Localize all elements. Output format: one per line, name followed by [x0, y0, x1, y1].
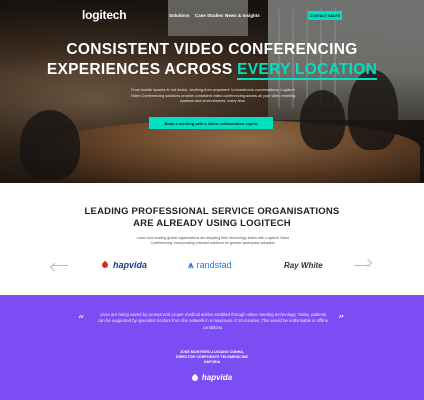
- hapvida-logo-icon: [102, 261, 110, 269]
- testimonial-section: “ ” Lives are being saved by prompt and …: [0, 295, 424, 400]
- testimonial-company-logo: hapvida: [0, 373, 424, 382]
- hapvida-logo-icon: [192, 374, 200, 382]
- testimonial-quote: Lives are being saved by prompt and prop…: [97, 312, 329, 330]
- logitech-logo[interactable]: logitech: [82, 8, 127, 22]
- hero-subtitle: From huddle spaces to hot desks, 'workin…: [130, 88, 296, 104]
- arrow-right-icon[interactable]: [354, 261, 370, 269]
- contact-sales-button[interactable]: CONTACT SALES: [308, 11, 342, 20]
- nav-link-news-insights[interactable]: News & Insights: [225, 13, 260, 18]
- testimonial-author: JOSÉ MONTEIRO-LUCIANO CUNHA, DIRECTOR CO…: [176, 350, 248, 364]
- hero-title: CONSISTENT VIDEO CONFERENCING EXPERIENCE…: [46, 41, 378, 80]
- book-meeting-button[interactable]: Book a meeting with a video collaboratio…: [149, 117, 273, 129]
- client-logo-hapvida: hapvida: [102, 258, 147, 272]
- quote-close-icon: ”: [338, 313, 345, 327]
- hero-title-accent: EVERY LOCATION: [237, 61, 378, 80]
- nav-link-solutions[interactable]: Solutions: [169, 13, 190, 18]
- arrow-left-icon[interactable]: [52, 261, 68, 269]
- client-logo-randstad: ⩚ randstad: [188, 259, 232, 271]
- hero-section: logitech Solutions Case Studies News & I…: [0, 0, 424, 183]
- client-logo-raywhite: Ray White: [284, 260, 323, 270]
- top-nav: logitech Solutions Case Studies News & I…: [0, 0, 424, 32]
- quote-open-icon: “: [78, 313, 85, 327]
- clients-title: LEADING PROFESSIONAL SERVICE ORGANISATIO…: [84, 206, 340, 229]
- randstad-logo-icon: ⩚: [188, 259, 194, 271]
- nav-link-case-studies[interactable]: Case Studies: [195, 13, 223, 18]
- clients-subtitle: Learn how leading global organisations a…: [136, 236, 290, 245]
